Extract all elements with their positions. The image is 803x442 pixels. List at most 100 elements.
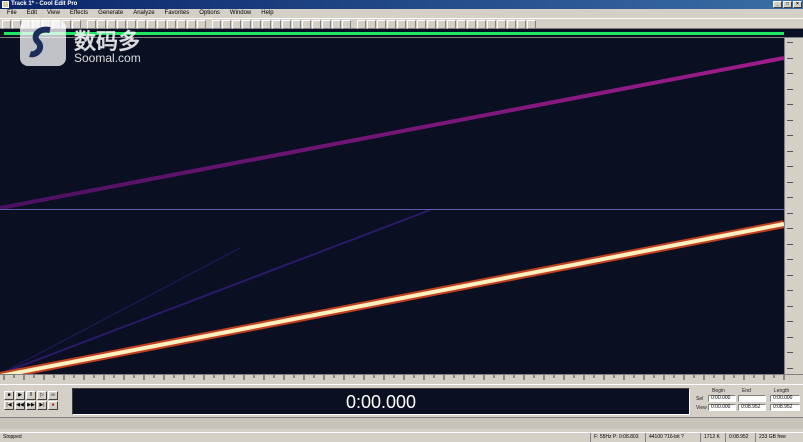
toolbar-button[interactable] [527,20,536,29]
toolbar-button[interactable] [72,20,81,29]
record-icon[interactable]: ● [48,401,58,410]
toolbar-button[interactable] [417,20,426,29]
sel-end-field[interactable] [738,395,766,402]
time-ruler[interactable] [0,374,803,385]
play-from-cursor-icon[interactable]: ▷ [37,391,47,400]
toolbar-button[interactable] [377,20,386,29]
toolbar-button[interactable] [117,20,126,29]
go-to-end-icon[interactable]: ▶| [37,401,47,410]
menu-window[interactable]: Window [225,9,256,18]
toolbar-button[interactable] [22,20,31,29]
go-to-start-icon[interactable]: |◀ [4,401,14,410]
toolbar-button[interactable] [62,20,71,29]
toolbar-button[interactable] [282,20,291,29]
toolbar-button[interactable] [302,20,311,29]
row-label-sel: Sel [696,396,704,402]
toolbar-button[interactable] [177,20,186,29]
status-free-space: 233 GB free [755,433,803,442]
menu-help[interactable]: Help [256,9,278,18]
toolbar-button[interactable] [437,20,446,29]
toolbar-button[interactable] [367,20,376,29]
frequency-ruler[interactable] [784,38,803,374]
toolbar-button[interactable] [332,20,341,29]
toolbar-button[interactable] [322,20,331,29]
maximize-button[interactable]: □ [783,1,792,8]
toolbar-button[interactable] [252,20,261,29]
toolbar-button[interactable] [2,20,11,29]
toolbar-button[interactable] [342,20,351,29]
frequency-tick [787,150,793,152]
play-icon[interactable]: ▶ [15,391,25,400]
app-icon[interactable] [2,1,9,8]
toolbar-button[interactable] [197,20,206,29]
toolbar-button[interactable] [97,20,106,29]
toolbar-button[interactable] [497,20,506,29]
sel-length-field[interactable]: 0:00.000 [770,395,800,402]
toolbar-button[interactable] [137,20,146,29]
toolbar-button[interactable] [222,20,231,29]
time-display: 0:00.000 [72,388,690,415]
frequency-tick [787,88,793,90]
sel-begin-field[interactable]: 0:00.000 [708,395,736,402]
toolbar-separator [82,20,86,27]
toolbar-button[interactable] [457,20,466,29]
minimize-button[interactable]: _ [773,1,782,8]
view-begin-field[interactable]: 0:00.000 [708,404,736,411]
toolbar-button[interactable] [157,20,166,29]
view-end-field[interactable]: 0:08.952 [738,404,766,411]
menu-generate[interactable]: Generate [93,9,128,18]
toolbar-button[interactable] [12,20,21,29]
toolbar-button[interactable] [107,20,116,29]
overview-range[interactable] [4,32,784,35]
stop-icon[interactable]: ■ [4,391,14,400]
toolbar-button[interactable] [487,20,496,29]
toolbar-button[interactable] [147,20,156,29]
menu-analyze[interactable]: Analyze [128,9,159,18]
lower-harmonic-1 [0,209,431,374]
menu-file[interactable]: File [2,9,22,18]
waveform-overview[interactable] [0,29,803,38]
menu-effects[interactable]: Effects [65,9,93,18]
toolbar-button[interactable] [467,20,476,29]
toolbar-button[interactable] [232,20,241,29]
level-meter [0,417,803,429]
toolbar-button[interactable] [397,20,406,29]
fast-forward-icon[interactable]: ▶▶ [26,401,36,410]
menu-favorites[interactable]: Favorites [160,9,195,18]
title-bar: Track 1* - Cool Edit Pro _ □ × [0,0,803,9]
rewind-icon[interactable]: ◀◀ [15,401,25,410]
toolbar-button[interactable] [387,20,396,29]
toolbar-button[interactable] [407,20,416,29]
toolbar-button[interactable] [32,20,41,29]
toolbar-button[interactable] [242,20,251,29]
toolbar-button[interactable] [447,20,456,29]
toolbar-button[interactable] [292,20,301,29]
selection-view-panel: Begin End Length Sel 0:00.000 0:00.000 V… [694,388,803,415]
menu-options[interactable]: Options [194,9,225,18]
toolbar-button[interactable] [517,20,526,29]
toolbar-button[interactable] [272,20,281,29]
menu-edit[interactable]: Edit [22,9,42,18]
view-length-field[interactable]: 0:08.952 [770,404,800,411]
toolbar-button[interactable] [52,20,61,29]
toolbar-button[interactable] [312,20,321,29]
toolbar-button[interactable] [357,20,366,29]
toolbar-button[interactable] [167,20,176,29]
frequency-tick [787,166,793,167]
toolbar-button[interactable] [477,20,486,29]
status-state: Stopped [3,434,22,440]
toolbar-button[interactable] [262,20,271,29]
loop-icon[interactable]: ∞ [48,391,58,400]
toolbar-button[interactable] [427,20,436,29]
toolbar-button[interactable] [127,20,136,29]
toolbar-button[interactable] [507,20,516,29]
time-ruler-ticks [3,375,785,380]
spectral-view[interactable] [0,38,784,374]
toolbar-button[interactable] [212,20,221,29]
pause-icon[interactable]: ‖ [26,391,36,400]
toolbar-button[interactable] [87,20,96,29]
close-button[interactable]: × [793,1,802,8]
toolbar-button[interactable] [42,20,51,29]
toolbar-button[interactable] [187,20,196,29]
menu-view[interactable]: View [42,9,65,18]
